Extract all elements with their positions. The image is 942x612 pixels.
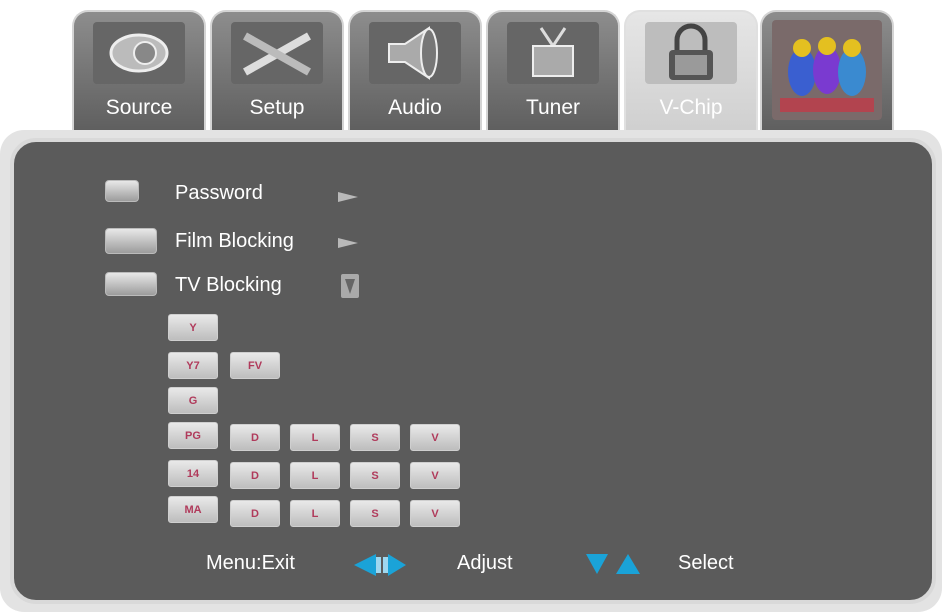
tab-setup[interactable]: Setup [210,10,344,133]
tab-label: Audio [388,96,442,119]
brand-logo [772,20,882,120]
rating-pg-l-button[interactable]: L [290,424,340,451]
tab-audio[interactable]: Audio [348,10,482,133]
tab-vchip[interactable]: V-Chip [624,10,758,133]
rating-14-s-button[interactable]: S [350,462,400,489]
tab-label: Tuner [525,96,581,119]
rating-ma-button[interactable]: MA [168,496,218,523]
left-right-arrows-icon [354,554,406,576]
select-hint: Select [678,552,734,574]
rating-14-button[interactable]: 14 [168,460,218,487]
rating-g-button[interactable]: G [168,387,218,414]
adjust-hint: Adjust [457,552,513,574]
rating-14-d-button[interactable]: D [230,462,280,489]
rating-ma-v-button[interactable]: V [410,500,460,527]
up-down-arrows-icon [586,554,640,574]
rating-14-v-button[interactable]: V [410,462,460,489]
menu-item-label: Film Blocking [175,230,294,252]
rating-y-button[interactable]: Y [168,314,218,341]
tab-label: V-Chip [659,96,723,119]
tv-icon [105,272,157,296]
tab-tuner[interactable]: Tuner [486,10,620,133]
source-icon [93,22,185,84]
password-icon [105,180,139,202]
lock-icon [645,22,737,84]
rating-pg-s-button[interactable]: S [350,424,400,451]
tools-icon [231,22,323,84]
tab-brand[interactable] [760,10,894,133]
tab-label: Setup [249,96,305,119]
speaker-icon [369,22,461,84]
right-arrow-icon [338,192,358,202]
rating-y7-fv-button[interactable]: FV [230,352,280,379]
tab-label: Source [105,96,173,119]
rating-ma-d-button[interactable]: D [230,500,280,527]
rating-pg-button[interactable]: PG [168,422,218,449]
rating-y7-button[interactable]: Y7 [168,352,218,379]
menu-exit-hint: Menu:Exit [206,552,295,574]
rating-ma-s-button[interactable]: S [350,500,400,527]
tv-antenna-icon [507,22,599,84]
right-arrow-icon [338,238,358,248]
rating-14-l-button[interactable]: L [290,462,340,489]
rating-pg-v-button[interactable]: V [410,424,460,451]
menu-item-label: TV Blocking [175,274,282,296]
rating-ma-l-button[interactable]: L [290,500,340,527]
down-arrow-icon [341,274,359,298]
menu-item-label: Password [175,182,263,204]
film-icon [105,228,157,254]
tab-source[interactable]: Source [72,10,206,133]
rating-pg-d-button[interactable]: D [230,424,280,451]
vchip-panel [10,138,936,604]
